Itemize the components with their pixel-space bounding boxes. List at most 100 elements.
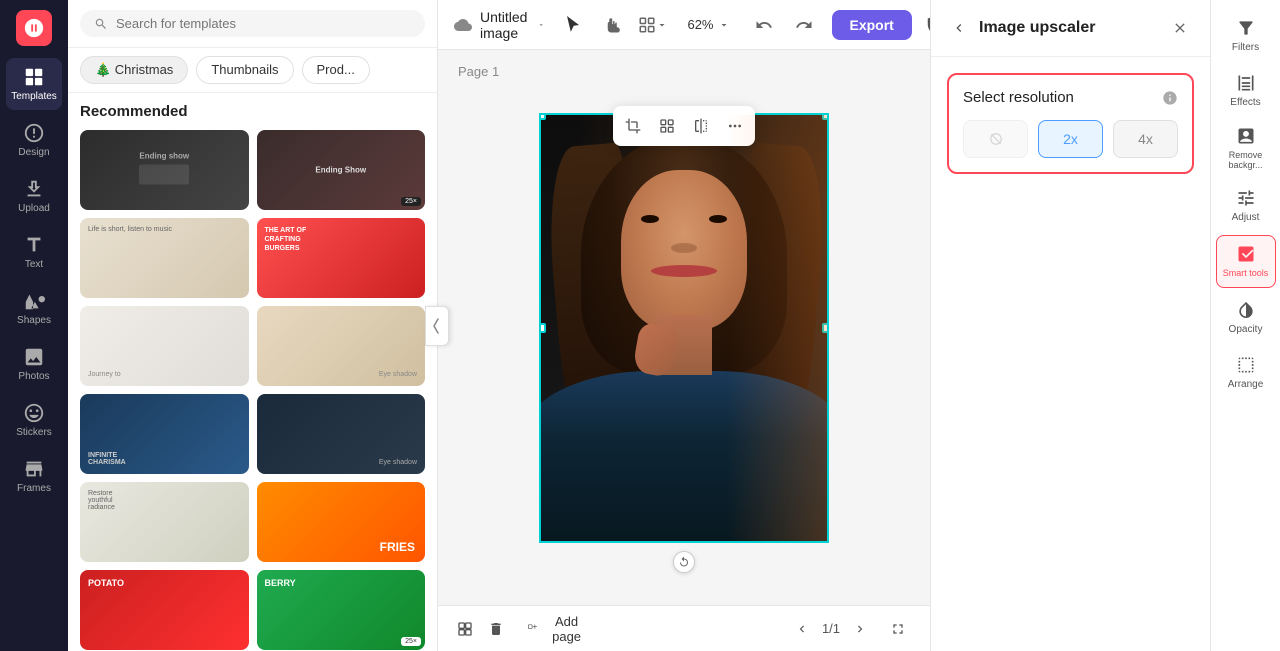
brand-logo[interactable]	[16, 10, 52, 46]
search-bar	[68, 0, 437, 48]
select-tool-button[interactable]	[557, 9, 589, 41]
templates-panel: 🎄 Christmas Thumbnails Prod... Recommend…	[68, 0, 438, 651]
left-sidebar: Templates Design Upload Text Shapes Phot…	[0, 0, 68, 651]
add-page-button[interactable]: Add page	[515, 608, 600, 650]
page-indicator: 1/1	[822, 621, 840, 636]
handle-middle-right[interactable]	[822, 323, 829, 333]
toolbar-center: 62%	[557, 9, 819, 41]
handle-middle-left[interactable]	[539, 323, 546, 333]
cloud-save-indicator[interactable]	[454, 16, 472, 34]
list-item[interactable]: Eye shadow	[257, 306, 426, 386]
section-title: Recommended	[80, 103, 425, 120]
resolution-options: 2x 4x	[963, 120, 1178, 158]
handle-top-left[interactable]	[539, 113, 546, 120]
list-item[interactable]: THE ART OFCRAFTINGBURGERS	[257, 218, 426, 298]
sidebar-item-stickers[interactable]: Stickers	[6, 394, 62, 446]
hand-tool-button[interactable]	[597, 9, 629, 41]
resolution-header: Select resolution	[963, 89, 1178, 106]
sidebar-item-shapes[interactable]: Shapes	[6, 282, 62, 334]
remove-bg-label: Remove backgr...	[1218, 150, 1274, 170]
list-item[interactable]: Life is short, listen to music	[80, 218, 249, 298]
expand-button[interactable]	[882, 613, 914, 645]
sidebar-item-photos[interactable]: Photos	[6, 338, 62, 390]
search-icon	[94, 17, 108, 31]
sidebar-item-upload[interactable]: Upload	[6, 170, 62, 222]
upscaler-title: Image upscaler	[979, 19, 1158, 37]
bottom-bar-right: 1/1	[767, 613, 914, 645]
list-item[interactable]: INFINITECHARISMA	[80, 394, 249, 474]
filters-label: Filters	[1232, 42, 1259, 53]
resolution-label: Select resolution	[963, 89, 1074, 106]
adjust-label: Adjust	[1232, 212, 1260, 223]
right-tool-opacity[interactable]: Opacity	[1216, 292, 1276, 343]
main-area: Untitled image 62%	[438, 0, 930, 651]
canvas-wrapper	[539, 113, 829, 543]
right-tool-filters[interactable]: Filters	[1216, 10, 1276, 61]
opacity-label: Opacity	[1229, 324, 1263, 335]
list-item[interactable]: Journey to	[80, 306, 249, 386]
handle-top-right[interactable]	[822, 113, 829, 120]
grid-view-button[interactable]	[651, 110, 683, 142]
upscaler-body: Select resolution 2x 4x	[931, 57, 1210, 190]
right-tool-adjust[interactable]: Adjust	[1216, 180, 1276, 231]
toolbar-left: Untitled image	[454, 9, 545, 41]
list-item[interactable]: FRIES	[257, 482, 426, 562]
upscaler-header: Image upscaler	[931, 0, 1210, 57]
sidebar-item-design[interactable]: Design	[6, 114, 62, 166]
resolution-section: Select resolution 2x 4x	[947, 73, 1194, 174]
right-tool-arrange[interactable]: Arrange	[1216, 347, 1276, 398]
resolution-option-4x[interactable]: 4x	[1113, 120, 1178, 158]
file-name[interactable]: Untitled image	[480, 9, 545, 41]
top-toolbar: Untitled image 62%	[438, 0, 930, 50]
upscaler-panel: Image upscaler Select resolution 2x 4x	[930, 0, 1210, 651]
right-tool-smart-tools[interactable]: Smart tools	[1216, 235, 1276, 288]
upscaler-back-button[interactable]	[947, 16, 971, 40]
upscaler-close-button[interactable]	[1166, 14, 1194, 42]
info-icon	[1162, 90, 1178, 106]
template-grid: Ending show Ending Show 25× Life is shor…	[80, 130, 425, 651]
resolution-option-1x[interactable]	[963, 120, 1028, 158]
right-tool-effects[interactable]: Effects	[1216, 65, 1276, 116]
list-item[interactable]: BERRY 25×	[257, 570, 426, 650]
effects-label: Effects	[1230, 97, 1260, 108]
redo-button[interactable]	[788, 9, 820, 41]
right-sidebar: Filters Effects Remove backgr... Adjust …	[1210, 0, 1280, 651]
canvas-image[interactable]	[539, 113, 829, 543]
sidebar-item-templates[interactable]: Templates	[6, 58, 62, 110]
sidebar-item-frames[interactable]: Frames	[6, 450, 62, 502]
flip-button[interactable]	[685, 110, 717, 142]
canvas-toolbar	[613, 106, 755, 146]
arrange-label: Arrange	[1228, 379, 1264, 390]
sidebar-item-text[interactable]: Text	[6, 226, 62, 278]
next-page-button[interactable]	[846, 615, 874, 643]
rotate-handle[interactable]	[673, 551, 695, 573]
page-label: Page 1	[458, 64, 499, 79]
list-item[interactable]: Ending show	[80, 130, 249, 210]
tab-christmas[interactable]: 🎄 Christmas	[80, 56, 188, 84]
grid-tool-button[interactable]	[637, 9, 669, 41]
list-item[interactable]: POTATO	[80, 570, 249, 650]
canvas-area[interactable]: Page 1	[438, 50, 930, 605]
zoom-control[interactable]: 62%	[677, 13, 739, 36]
delete-page-button[interactable]	[485, 615, 508, 643]
search-input-wrap[interactable]	[80, 10, 425, 37]
list-item[interactable]: Restoreyouthfulradiance	[80, 482, 249, 562]
list-item[interactable]: Ending Show 25×	[257, 130, 426, 210]
search-input[interactable]	[116, 16, 411, 31]
shield-button[interactable]	[920, 9, 930, 41]
collapse-panel-handle[interactable]	[425, 306, 449, 346]
more-options-button[interactable]	[719, 110, 751, 142]
category-tabs: 🎄 Christmas Thumbnails Prod...	[68, 48, 437, 93]
resolution-option-2x[interactable]: 2x	[1038, 120, 1103, 158]
tab-thumbnails[interactable]: Thumbnails	[196, 56, 293, 84]
toolbar-right: Export	[832, 9, 931, 41]
list-item[interactable]: Eye shadow	[257, 394, 426, 474]
export-button[interactable]: Export	[832, 10, 912, 40]
bottom-bar-left: Add page	[454, 608, 601, 650]
tab-products[interactable]: Prod...	[302, 56, 370, 84]
undo-button[interactable]	[748, 9, 780, 41]
crop-tool-button[interactable]	[617, 110, 649, 142]
prev-page-button[interactable]	[788, 615, 816, 643]
add-page-icon-button[interactable]	[454, 615, 477, 643]
right-tool-remove-bg[interactable]: Remove backgr...	[1216, 120, 1276, 176]
